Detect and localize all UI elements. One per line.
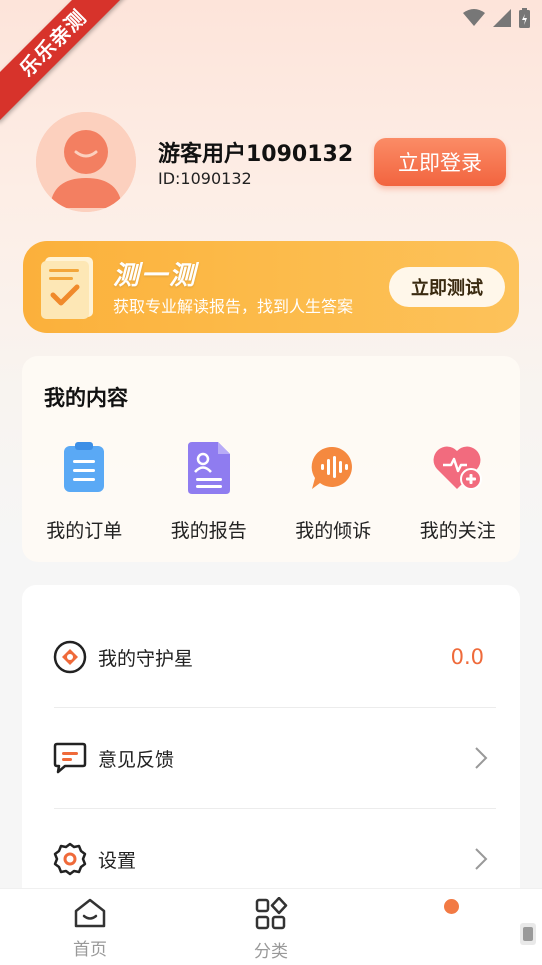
home-icon [74, 898, 106, 928]
voice-bubble-icon [311, 446, 353, 489]
bottom-tab-bar: 首页 分类 [0, 888, 542, 965]
tab-home-label: 首页 [73, 940, 107, 960]
username: 游客用户1090132 [158, 142, 354, 167]
status-bar [463, 8, 530, 28]
menu-row-settings[interactable]: 设置 [52, 829, 496, 889]
menu-row-guardian-star[interactable]: 我的守护星 0.0 [52, 627, 496, 687]
profile-section: 游客用户1090132 ID:1090132 立即登录 [36, 112, 506, 212]
feedback-label: 意见反馈 [98, 748, 175, 771]
login-button[interactable]: 立即登录 [374, 138, 506, 186]
menu-divider [54, 707, 496, 708]
signal-icon [493, 9, 511, 27]
menu-row-feedback[interactable]: 意见反馈 [52, 728, 496, 788]
my-content-title: 我的内容 [44, 386, 128, 410]
clipboard-icon [64, 442, 105, 492]
heart-plus-icon [433, 446, 482, 490]
my-confide-label: 我的倾诉 [295, 520, 372, 542]
notification-dot [444, 899, 459, 914]
user-avatar-icon [36, 112, 136, 212]
checklist-document-icon [41, 257, 93, 319]
my-content-card: 我的内容 我的订单 我的报告 我的倾诉 我的关注 [22, 356, 520, 562]
my-orders-label: 我的订单 [46, 520, 123, 542]
chevron-right-icon [475, 747, 488, 769]
avatar[interactable] [36, 112, 136, 212]
category-grid-icon [255, 897, 288, 930]
banner-subtitle: 获取专业解读报告，找到人生答案 [113, 297, 354, 316]
start-test-button[interactable]: 立即测试 [389, 267, 505, 307]
guardian-star-icon [53, 640, 87, 674]
guardian-star-value: 0.0 [450, 645, 484, 669]
tab-category-label: 分类 [254, 942, 288, 962]
feedback-icon [53, 742, 87, 774]
menu-divider [54, 808, 496, 809]
tab-home[interactable]: 首页 [50, 897, 130, 960]
guardian-star-label: 我的守护星 [98, 647, 194, 670]
my-orders-item[interactable]: 我的订单 [22, 440, 147, 543]
report-icon [187, 442, 230, 494]
test-banner[interactable]: 测一测 获取专业解读报告，找到人生答案 立即测试 [23, 241, 519, 333]
battery-icon [519, 8, 530, 28]
chevron-right-icon [475, 848, 488, 870]
banner-title: 测一测 [113, 261, 198, 291]
my-reports-label: 我的报告 [170, 520, 247, 542]
settings-label: 设置 [98, 849, 137, 872]
my-confide-item[interactable]: 我的倾诉 [271, 440, 396, 543]
my-follows-item[interactable]: 我的关注 [396, 440, 521, 543]
my-follows-label: 我的关注 [419, 520, 496, 542]
user-id: ID:1090132 [158, 169, 252, 188]
gear-icon [53, 842, 87, 876]
tab-category[interactable]: 分类 [231, 897, 311, 962]
menu-card: 我的守护星 0.0 意见反馈 设置 [22, 585, 520, 905]
floating-widget-icon[interactable] [518, 919, 538, 949]
wifi-icon [463, 9, 485, 26]
my-reports-item[interactable]: 我的报告 [147, 440, 272, 543]
